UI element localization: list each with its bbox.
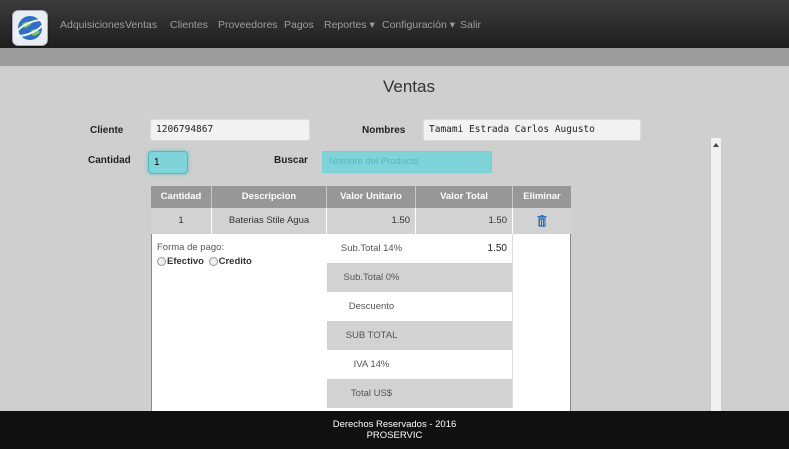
row-valor-total: 1.50 bbox=[416, 208, 513, 234]
cantidad-input[interactable]: 1 bbox=[148, 151, 188, 174]
nav-adquisiciones[interactable]: Adquisiciones bbox=[60, 0, 125, 48]
nav-clientes[interactable]: Clientes bbox=[170, 0, 208, 48]
summary-value-sub-total bbox=[416, 321, 513, 350]
summary-value-subtotal-14: 1.50 bbox=[416, 234, 513, 263]
row-descripcion: Baterias Stile Agua bbox=[212, 208, 327, 234]
cliente-label: Cliente bbox=[90, 125, 124, 136]
buscar-label: Buscar bbox=[274, 155, 308, 166]
summary-value-iva bbox=[416, 350, 513, 379]
efectivo-label: Efectivo bbox=[167, 256, 204, 267]
summary-label-subtotal-14: Sub.Total 14% bbox=[327, 234, 416, 263]
vertical-scrollbar[interactable] bbox=[710, 138, 721, 412]
nav-pagos[interactable]: Pagos bbox=[284, 0, 314, 48]
nav-proveedores[interactable]: Proveedores bbox=[218, 0, 278, 48]
summary-label-iva: IVA 14% bbox=[327, 350, 416, 379]
nav-ventas[interactable]: Ventas bbox=[125, 0, 157, 48]
footer-copyright: Derechos Reservados - 2016 bbox=[332, 419, 457, 430]
summary-value-subtotal-0 bbox=[416, 263, 513, 292]
buscar-product-input[interactable]: Nombre del Producto bbox=[322, 151, 492, 173]
nav-configuracion[interactable]: Configuración ▾ bbox=[382, 0, 455, 48]
forma-pago-label: Forma de pago: bbox=[157, 242, 225, 253]
summary-value-total bbox=[416, 379, 513, 408]
cliente-input[interactable]: 1206794867 bbox=[150, 119, 310, 141]
nav-salir[interactable]: Salir bbox=[460, 0, 481, 48]
summary-label-descuento: Descuento bbox=[327, 292, 416, 321]
summary-label-sub-total: SUB TOTAL bbox=[327, 321, 416, 350]
row-valor-unitario: 1.50 bbox=[327, 208, 416, 234]
col-header-cantidad: Cantidad bbox=[151, 186, 212, 208]
col-header-descripcion: Descripcion bbox=[212, 186, 327, 208]
nav-reportes[interactable]: Reportes ▾ bbox=[324, 0, 375, 48]
brand-logo[interactable] bbox=[12, 10, 48, 46]
scroll-up-arrow-icon[interactable] bbox=[711, 140, 721, 150]
summary-value-descuento bbox=[416, 292, 513, 321]
payment-radio-group: Efectivo Credito bbox=[157, 256, 252, 267]
page-title: Ventas bbox=[383, 77, 435, 96]
summary-label-subtotal-0: Sub.Total 0% bbox=[327, 263, 416, 292]
trash-icon[interactable] bbox=[537, 215, 547, 227]
sub-header-bar bbox=[0, 48, 789, 66]
row-eliminar-cell bbox=[513, 208, 571, 234]
footer: Derechos Reservados - 2016 PROSERVIC bbox=[0, 411, 789, 449]
row-cantidad: 1 bbox=[151, 208, 212, 234]
summary-label-total: Total US$ bbox=[327, 379, 416, 408]
credito-label: Credito bbox=[218, 256, 252, 267]
cantidad-label: Cantidad bbox=[88, 155, 131, 166]
col-header-valor-total: Valor Total bbox=[416, 186, 513, 208]
nombres-label: Nombres bbox=[362, 125, 406, 136]
col-header-valor-unitario: Valor Unitario bbox=[327, 186, 416, 208]
efectivo-radio[interactable] bbox=[157, 256, 166, 266]
col-header-eliminar: Eliminar bbox=[513, 186, 571, 208]
footer-company: PROSERVIC bbox=[366, 430, 423, 441]
credito-radio[interactable] bbox=[208, 256, 218, 266]
nombres-input[interactable]: Tamami Estrada Carlos Augusto bbox=[423, 119, 641, 141]
globe-icon bbox=[15, 16, 45, 40]
